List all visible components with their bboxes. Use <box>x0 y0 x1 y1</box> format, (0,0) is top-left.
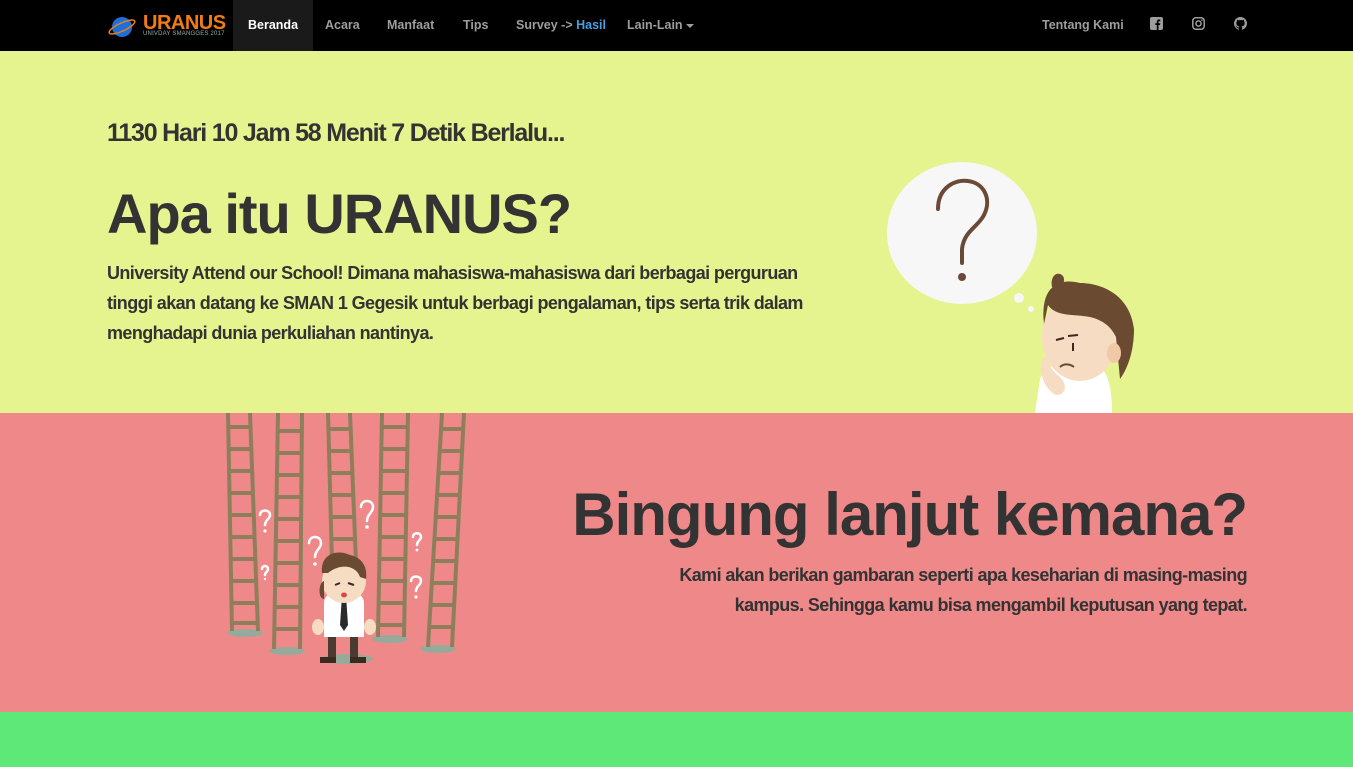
nav-beranda[interactable]: Beranda <box>233 0 314 51</box>
planet-icon <box>108 17 136 37</box>
hero-section: 1130 Hari 10 Jam 58 Menit 7 Detik Berlal… <box>0 51 1353 413</box>
caret-down-icon <box>685 23 694 28</box>
nav-survey-hasil[interactable]: Survey -> Hasil <box>516 0 606 51</box>
github-icon[interactable] <box>1234 17 1248 31</box>
brand-subtitle: UNIVDAY SMANGGES 2017 <box>143 31 225 37</box>
nav-beranda-label: Beranda <box>248 18 299 32</box>
section2-title: Bingung lanjut kemana? <box>572 481 1248 548</box>
ladders-illustration <box>226 413 466 664</box>
next-section <box>0 712 1353 767</box>
nav-lain-lain-label: Lain-Lain <box>627 18 683 32</box>
nav-acara-label: Acara <box>325 18 360 32</box>
instagram-icon[interactable] <box>1192 17 1206 31</box>
navbar: URANUS UNIVDAY SMANGGES 2017 Beranda Aca… <box>0 0 1353 51</box>
nav-manfaat[interactable]: Manfaat <box>387 0 434 51</box>
nav-survey-label: Survey -> <box>516 18 577 32</box>
hero-description: University Attend our School! Dimana mah… <box>107 263 803 343</box>
nav-tentang-kami-label: Tentang Kami <box>1042 18 1124 32</box>
nav-tips-label: Tips <box>463 18 489 32</box>
hero-title: Apa itu URANUS? <box>107 182 572 245</box>
facebook-icon[interactable] <box>1150 17 1164 31</box>
nav-lain-lain-dropdown[interactable]: Lain-Lain <box>627 0 694 51</box>
nav-tips[interactable]: Tips <box>463 0 488 51</box>
section2-description: Kami akan berikan gambaran seperti apa k… <box>679 565 1247 615</box>
countdown-text: 1130 Hari 10 Jam 58 Menit 7 Detik Berlal… <box>107 119 565 147</box>
nav-acara[interactable]: Acara <box>325 0 360 51</box>
confused-section: Bingung lanjut kemana? Kami akan berikan… <box>0 413 1353 712</box>
nav-hasil-label: Hasil <box>576 18 606 32</box>
thinking-man-illustration <box>887 162 1134 413</box>
nav-manfaat-label: Manfaat <box>387 18 435 32</box>
nav-tentang-kami[interactable]: Tentang Kami <box>1042 0 1124 51</box>
brand-logo[interactable]: URANUS UNIVDAY SMANGGES 2017 <box>107 11 226 41</box>
